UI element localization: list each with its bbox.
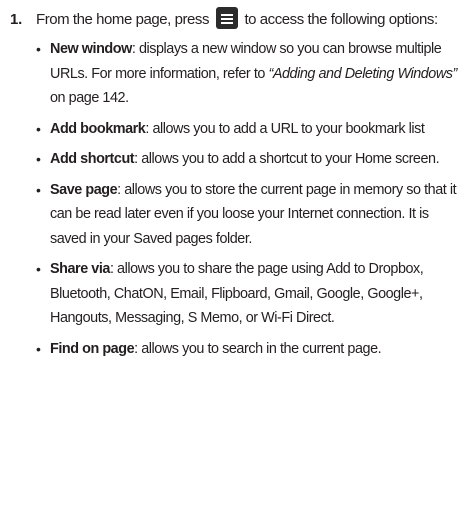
option-new-window: • New window: displays a new window so y… <box>36 37 462 111</box>
cross-reference: “Adding and Deleting Windows” <box>268 65 457 82</box>
bullet-icon: • <box>36 41 41 57</box>
bullet-icon: • <box>36 181 41 198</box>
option-add-bookmark: • Add bookmark: allows you to add a URL … <box>36 117 462 142</box>
step-number: 1. <box>10 11 23 28</box>
option-find-on-page: • Find on page: allows you to search in … <box>36 337 462 362</box>
manual-page: 1. From the home page, press to access t… <box>0 0 472 510</box>
option-save-page: • Save page: allows you to store the cur… <box>36 178 462 252</box>
option-suffix: on page 142. <box>50 90 129 106</box>
intro-after-icon: to access the following options: <box>244 11 438 28</box>
option-text: : allows you to add a shortcut to your H… <box>134 151 440 167</box>
step-body: From the home page, press to access the … <box>36 6 462 367</box>
option-name: Save page <box>50 181 118 198</box>
menu-key-icon <box>215 7 238 29</box>
option-share-via: • Share via: allows you to share the pag… <box>36 257 462 331</box>
option-name: New window <box>50 41 132 57</box>
option-name: Share via <box>50 261 110 277</box>
bullet-icon: • <box>36 340 41 357</box>
option-name: Add shortcut <box>50 151 135 167</box>
intro-before-icon: From the home page, press <box>36 11 210 28</box>
bullet-icon: • <box>36 120 41 137</box>
options-list: • New window: displays a new window so y… <box>36 37 462 361</box>
step-intro: From the home page, press to access the … <box>36 6 462 33</box>
bullet-icon: • <box>36 151 41 167</box>
option-add-shortcut: • Add shortcut: allows you to add a shor… <box>36 147 462 172</box>
option-text: : allows you to search in the current pa… <box>134 340 382 357</box>
option-text: : allows you to add a URL to your bookma… <box>145 120 425 137</box>
bullet-icon: • <box>36 261 41 277</box>
option-name: Add bookmark <box>50 120 146 137</box>
option-name: Find on page <box>50 340 135 357</box>
step-1: 1. From the home page, press to access t… <box>10 6 462 367</box>
